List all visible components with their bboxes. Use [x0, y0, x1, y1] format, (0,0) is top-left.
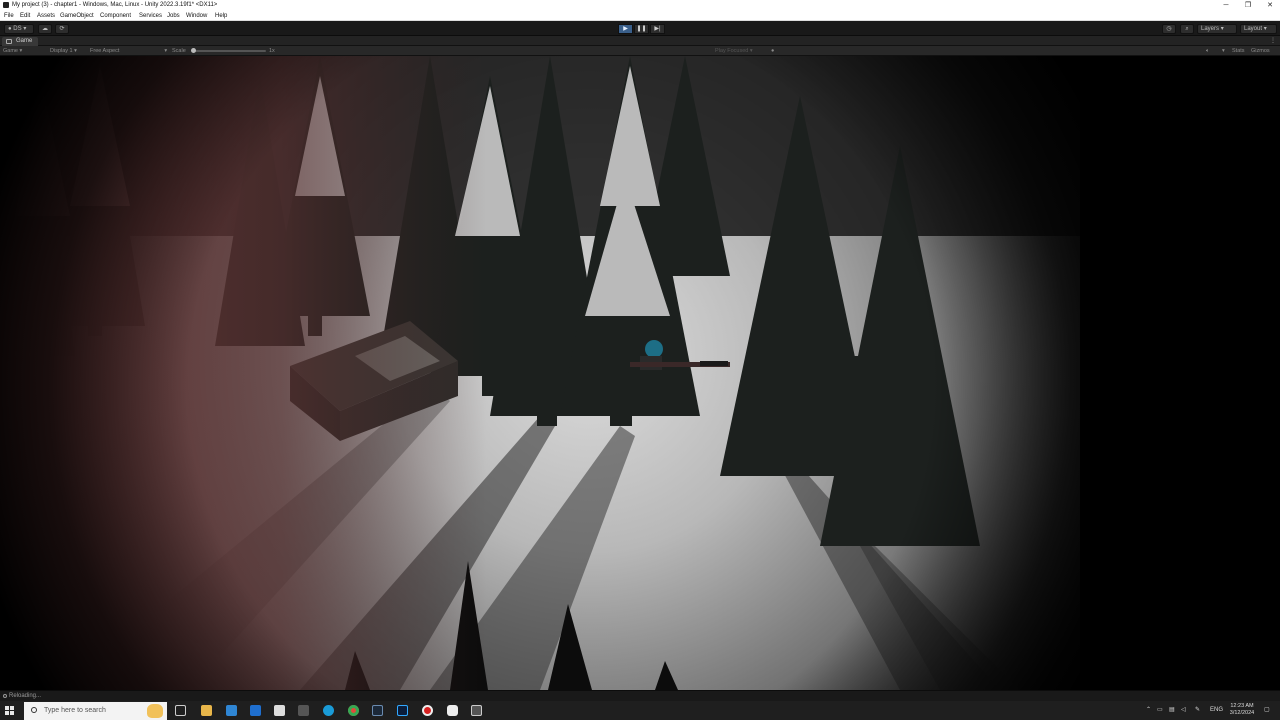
minimize-icon[interactable]: ─ [1216, 0, 1236, 11]
search-icon[interactable]: ⌕ [1180, 24, 1194, 34]
menu-component[interactable]: Component [100, 11, 131, 21]
scale-slider[interactable] [192, 50, 266, 52]
layout-label: Layout [1244, 26, 1263, 32]
menu-services[interactable]: Services [139, 11, 162, 21]
clock-date: 3/12/2024 [1229, 710, 1255, 716]
game-mode-dropdown[interactable]: Game ▾ [3, 46, 22, 56]
photoshop-icon[interactable] [397, 705, 408, 716]
tray-app-icon[interactable]: ▭ [1157, 701, 1163, 720]
network-icon[interactable]: ▤ [1169, 701, 1175, 720]
menu-gameobject[interactable]: GameObject [60, 11, 94, 21]
menu-help[interactable]: Help [215, 11, 227, 21]
search-placeholder: Type here to search [44, 707, 106, 714]
unity-hub-icon[interactable] [274, 705, 285, 716]
layers-label: Layers [1201, 26, 1220, 32]
menu-bar: File Edit Assets GameObject Component Se… [0, 11, 1280, 21]
display-label: Display 1 [50, 48, 73, 54]
unity-editor-active-icon[interactable] [471, 705, 482, 716]
menu-window[interactable]: Window [186, 11, 207, 21]
status-bar: Reloading... [0, 690, 1280, 701]
unity-icon[interactable] [447, 705, 458, 716]
window-title: My project (3) - chapter1 - Windows, Mac… [12, 2, 218, 8]
language-indicator[interactable]: ENG [1210, 701, 1223, 720]
store-icon[interactable] [226, 705, 237, 716]
tab-menu-icon[interactable]: ⋮ [1270, 36, 1276, 46]
play-button[interactable]: ▶ [618, 24, 633, 34]
mail-icon[interactable] [250, 705, 261, 716]
windows-taskbar: Type here to search ⌃ ▭ ▤ ◁ ✎ ENG 12:23 … [0, 701, 1280, 720]
status-text: Reloading... [9, 693, 42, 699]
menu-jobs[interactable]: Jobs [167, 11, 180, 21]
chevron-down-icon: ▾ [164, 48, 168, 54]
menu-assets[interactable]: Assets [37, 11, 55, 21]
collab-icon[interactable]: ⟳ [55, 24, 69, 34]
taskbar-clock[interactable]: 12:23 AM 3/12/2024 [1227, 703, 1257, 717]
recorder-icon[interactable] [422, 705, 433, 716]
unity-editor-window: My project (3) - chapter1 - Windows, Mac… [0, 0, 1280, 720]
game-mode-label: Game [3, 48, 18, 54]
view-tab-bar: Game ⋮ [0, 36, 1280, 46]
play-focused-dropdown[interactable]: Play Focused ▾ [715, 46, 753, 56]
play-focused-label: Play Focused [715, 48, 749, 54]
stats-button[interactable]: Stats [1232, 46, 1245, 56]
clock-time: 12:23 AM [1230, 703, 1254, 709]
gamepad-icon [6, 39, 12, 44]
notifications-icon[interactable]: ▢ [1264, 701, 1270, 720]
more-icon[interactable]: ▾ [1222, 46, 1225, 56]
menu-edit[interactable]: Edit [20, 11, 30, 21]
layout-dropdown[interactable]: Layout ▾ [1240, 24, 1277, 34]
title-bar: My project (3) - chapter1 - Windows, Mac… [0, 0, 1280, 11]
aspect-label: Free Aspect [90, 48, 120, 54]
gizmos-button[interactable]: Gizmos [1251, 46, 1270, 56]
game-viewport[interactable] [0, 56, 1280, 690]
main-toolbar: ● DS ▾ ☁ ⟳ ▶ ❚❚ ▶| ◷ ⌕ Layers ▾ Layout ▾ [0, 21, 1280, 36]
chevron-down-icon: ▾ [23, 26, 27, 32]
cloud-icon[interactable]: ☁ [38, 24, 52, 34]
play-controls: ▶ ❚❚ ▶| [618, 24, 666, 34]
tray-chevron-icon[interactable]: ⌃ [1146, 701, 1151, 720]
display-dropdown[interactable]: Display 1 ▾ [50, 46, 77, 56]
tab-game-label: Game [16, 38, 33, 44]
chevron-down-icon: ▾ [1220, 26, 1224, 32]
skype-icon[interactable] [323, 705, 334, 716]
search-icon [31, 707, 37, 713]
taskbar-search-input[interactable]: Type here to search [24, 702, 167, 720]
close-icon[interactable]: ✕ [1260, 0, 1280, 11]
steam-icon[interactable] [372, 705, 383, 716]
scale-label: Scale [172, 48, 186, 54]
maximize-icon[interactable]: ❐ [1238, 0, 1258, 11]
speaker-icon[interactable]: 🔈︎ [1206, 46, 1209, 56]
app-icon[interactable] [298, 705, 309, 716]
mute-audio-icon[interactable]: ● [771, 46, 774, 56]
aspect-dropdown[interactable]: Free Aspect ▾ [90, 46, 167, 56]
account-label: DS [13, 26, 22, 32]
layers-dropdown[interactable]: Layers ▾ [1197, 24, 1237, 34]
task-view-icon[interactable] [175, 705, 186, 716]
chevron-down-icon: ▾ [1263, 26, 1267, 32]
tab-game[interactable]: Game [2, 37, 39, 46]
windows-start-icon[interactable] [5, 706, 15, 716]
history-icon[interactable]: ◷ [1162, 24, 1176, 34]
pen-icon[interactable]: ✎ [1195, 701, 1200, 720]
file-explorer-icon[interactable] [201, 705, 212, 716]
unity-logo-icon [3, 2, 9, 8]
scale-slider-handle[interactable] [191, 48, 196, 53]
chrome-icon[interactable] [348, 705, 359, 716]
volume-icon[interactable]: ◁ [1181, 701, 1186, 720]
loading-icon [3, 694, 7, 698]
game-scene [0, 56, 1280, 690]
menu-file[interactable]: File [4, 11, 14, 21]
scale-value: 1x [269, 48, 275, 54]
step-button[interactable]: ▶| [650, 24, 665, 34]
search-highlight-icon [147, 704, 163, 718]
account-icon: ● [8, 26, 12, 32]
pause-button[interactable]: ❚❚ [634, 24, 649, 34]
dark-edge [1080, 56, 1280, 690]
game-view-controls: Game ▾ Display 1 ▾ Free Aspect ▾ Scale 1x… [0, 46, 1280, 56]
account-dropdown[interactable]: ● DS ▾ [4, 24, 34, 34]
